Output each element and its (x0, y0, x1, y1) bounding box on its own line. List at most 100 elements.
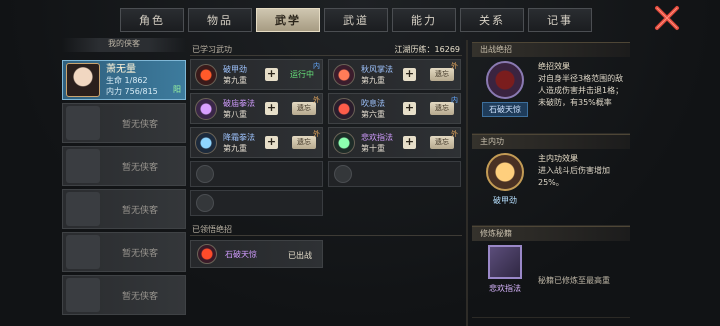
battle-skill-desc: 绝招效果 对自身半径3格范围的敌人造成伤害并击退1格；未破防，有35%概率 (538, 61, 630, 133)
skill-level: 第十重 (361, 143, 385, 153)
empty-avatar (66, 192, 100, 226)
close-icon[interactable] (654, 5, 680, 31)
detail-panel: 出战绝招 石破天惊 绝招效果 对自身半径3格范围的敌人造成伤害并击退1格；未破防… (472, 42, 630, 326)
skill-slot[interactable]: 破庙拳法 第八重 + 遗忘 外 (190, 93, 323, 124)
empty-hero-slot[interactable]: 暂无侠客 (62, 232, 186, 272)
inner-tag: 内 (313, 62, 320, 70)
upgrade-button[interactable]: + (403, 102, 416, 115)
tab-bar: 角色 物品 武学 武道 能力 关系 记事 (120, 8, 592, 32)
outer-tag: 外 (313, 96, 320, 104)
inner-skill-desc: 主内功效果 进入战斗后伤害增加25%。 (538, 153, 630, 225)
hero-info: 萧无量 生命 1/862 内力 756/815 (106, 64, 158, 97)
frost-fist-icon (195, 131, 217, 154)
skill-level: 第九重 (361, 75, 385, 85)
tab-items[interactable]: 物品 (188, 8, 252, 32)
empty-hero-slot[interactable]: 暂无侠客 (62, 103, 186, 143)
battle-skill-label: 石破天惊 (482, 102, 528, 117)
manual-book-icon[interactable] (488, 245, 522, 279)
upgrade-button[interactable]: + (403, 68, 416, 81)
fist-icon (195, 97, 217, 120)
battle-desc-text: 对自身半径3格范围的敌人造成伤害并击退1格；未破防，有35%概率 (538, 74, 624, 107)
empty-avatar (66, 106, 100, 140)
skill-slot[interactable]: 降霜拳法 第九重 + 遗忘 外 (190, 127, 323, 158)
hero-list: 我的侠客 萧无量 生命 1/862 内力 756/815 阳 暂无侠客 暂无侠客… (62, 38, 186, 315)
battle-skill-section: 出战绝招 石破天惊 绝招效果 对自身半径3格范围的敌人造成伤害并击退1格；未破防… (472, 42, 630, 134)
empty-slot-label: 暂无侠客 (122, 205, 159, 216)
inner-tag: 内 (451, 96, 458, 104)
cultivate-title: 修炼秘籍 (472, 227, 630, 241)
skill-slot[interactable]: 吹息法 第六重 + 遗忘 内 (328, 93, 461, 124)
outer-tag: 外 (313, 130, 320, 138)
upgrade-button[interactable]: + (265, 68, 278, 81)
skill-level: 第八重 (223, 109, 247, 119)
skill-name: 秋风掌法 (361, 64, 393, 74)
rock-burst-icon[interactable] (486, 61, 524, 99)
tab-martial-arts[interactable]: 武学 (256, 8, 320, 32)
hero-card[interactable]: 萧无量 生命 1/862 内力 756/815 阳 (62, 60, 186, 100)
empty-skill-slot[interactable] (190, 190, 323, 216)
empty-slot-label: 暂无侠客 (122, 162, 159, 173)
empty-skill-slot[interactable] (190, 161, 323, 187)
hero-name: 萧无量 (106, 63, 136, 75)
panel-divider (466, 40, 468, 326)
skill-name: 吹息法 (361, 98, 385, 108)
tab-character[interactable]: 角色 (120, 8, 184, 32)
empty-slot-label: 暂无侠客 (122, 119, 159, 130)
fist-flame-icon[interactable] (486, 153, 524, 191)
upgrade-button[interactable]: + (265, 136, 278, 149)
ultimate-name: 石破天惊 (225, 249, 257, 259)
hero-mp: 内力 756/815 (106, 86, 158, 96)
skills-panel: 已学习武功 江湖历练：16269 破甲劲 第九重 + 运行中 内 秋风掌法 第九… (190, 42, 462, 326)
ultimate-slot[interactable]: 石破天惊 已出战 (190, 240, 323, 268)
palm-icon (333, 63, 355, 86)
xp-label: 江湖历练： (394, 45, 435, 54)
skill-level: 第九重 (223, 75, 247, 85)
outer-tag: 外 (451, 130, 458, 138)
inner-desc-text: 进入战斗后伤害增加25%。 (538, 166, 610, 187)
cultivate-desc: 秘籍已修炼至最高重 (538, 276, 610, 285)
skill-slot[interactable]: 秋风掌法 第九重 + 遗忘 外 (328, 59, 461, 90)
empty-hero-slot[interactable]: 暂无侠客 (62, 189, 186, 229)
learned-header: 已学习武功 江湖历练：16269 (190, 42, 462, 56)
upgrade-button[interactable]: + (403, 136, 416, 149)
hero-yang-tag: 阳 (173, 85, 181, 94)
upgrade-button[interactable]: + (265, 102, 278, 115)
inner-skill-label: 破甲劲 (493, 196, 517, 205)
empty-hero-slot[interactable]: 暂无侠客 (62, 146, 186, 186)
fist-flame-icon (195, 63, 217, 86)
skill-name: 降霜拳法 (223, 132, 255, 142)
inner-desc-head: 主内功效果 (538, 154, 578, 163)
empty-avatar (66, 235, 100, 269)
ultimate-status: 已出战 (288, 251, 312, 260)
skill-slot[interactable]: 悲欢指法 第十重 + 遗忘 外 (328, 127, 461, 158)
skill-name: 破庙拳法 (223, 98, 255, 108)
cultivate-skill-label: 悲欢指法 (489, 284, 521, 293)
tab-relations[interactable]: 关系 (460, 8, 524, 32)
running-status: 运行中 (290, 70, 314, 79)
skill-name: 悲欢指法 (361, 132, 393, 142)
tab-abilities[interactable]: 能力 (392, 8, 456, 32)
empty-slot-label: 暂无侠客 (122, 291, 159, 302)
cultivate-section: 修炼秘籍 悲欢指法 秘籍已修炼至最高重 (472, 226, 630, 318)
hero-list-title: 我的侠客 (62, 38, 186, 52)
empty-hero-slot[interactable]: 暂无侠客 (62, 275, 186, 315)
empty-skill-slot[interactable] (328, 161, 461, 187)
tab-martial-way[interactable]: 武道 (324, 8, 388, 32)
inner-skill-section: 主内功 破甲劲 主内功效果 进入战斗后伤害增加25%。 (472, 134, 630, 226)
skill-level: 第九重 (223, 143, 247, 153)
learned-title: 已学习武功 (192, 45, 232, 54)
rock-burst-icon (197, 244, 217, 264)
empty-skill-icon (196, 165, 214, 183)
empty-avatar (66, 278, 100, 312)
finger-icon (333, 131, 355, 154)
battle-desc-head: 绝招效果 (538, 62, 570, 71)
avatar (66, 63, 100, 97)
skill-level: 第六重 (361, 109, 385, 119)
empty-skill-icon (196, 194, 214, 212)
ultimate-header: 已领悟绝招 (190, 222, 462, 236)
skill-name: 破甲劲 (223, 64, 247, 74)
skill-grid: 破甲劲 第九重 + 运行中 内 秋风掌法 第九重 + 遗忘 外 破庙拳法 第八重… (190, 59, 462, 216)
game-screen: 角色 物品 武学 武道 能力 关系 记事 我的侠客 萧无量 生命 1/862 内… (0, 0, 720, 326)
skill-slot[interactable]: 破甲劲 第九重 + 运行中 内 (190, 59, 323, 90)
tab-journal[interactable]: 记事 (528, 8, 592, 32)
